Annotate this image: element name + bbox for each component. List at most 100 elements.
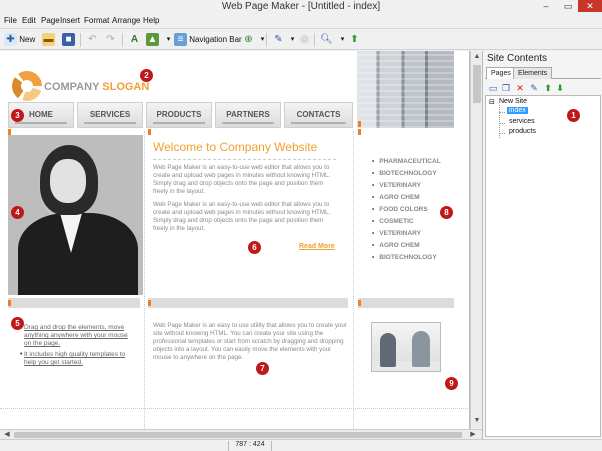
nav-item-contacts[interactable]: CONTACTS — [284, 102, 353, 128]
move-up-icon[interactable]: ⬆ — [542, 82, 554, 94]
tab-elements[interactable]: Elements — [513, 67, 553, 79]
nav-item-partners[interactable]: PARTNERS — [215, 102, 281, 128]
up-arrow-icon: ⬆ — [350, 34, 359, 46]
menu-edit[interactable]: Edit — [22, 16, 36, 25]
feature-bullet-item[interactable]: It includes high quality templates to he… — [24, 351, 136, 367]
site-tree: ⊟ New Site index services products 1 — [485, 95, 601, 437]
chevron-down-icon: ▾ — [260, 36, 265, 44]
page-properties-icon[interactable]: ✎ — [528, 82, 540, 94]
maximize-button[interactable]: ▭ — [558, 0, 578, 12]
annotation-badge-9: 9 — [445, 377, 458, 390]
welcome-heading[interactable]: Welcome to Company Website — [153, 140, 317, 154]
intro-paragraph-1[interactable]: Web Page Maker is an easy-to-use web edi… — [153, 164, 339, 196]
read-more-link[interactable]: Read More — [299, 243, 335, 250]
category-item[interactable]: AGRO CHEM — [372, 194, 419, 201]
tree-root-new-site[interactable]: New Site — [499, 98, 527, 105]
intro-paragraph-2[interactable]: Web Page Maker is an easy-to-use web edi… — [153, 201, 339, 233]
redo-button[interactable]: ↷ — [104, 32, 117, 48]
feature-bullet-item[interactable]: Drag and drop the elements, move anythin… — [24, 324, 136, 348]
annotation-badge-8: 8 — [440, 206, 453, 219]
office-team-photo[interactable] — [371, 322, 441, 372]
publish-button[interactable]: ◎ — [298, 32, 311, 48]
bullet-marker: • — [20, 351, 23, 358]
slogan-prefix: COMPANY — [44, 81, 103, 93]
column-guide — [353, 131, 354, 429]
category-item[interactable]: FOOD COLORS — [372, 206, 427, 213]
menu-help[interactable]: Help — [143, 16, 159, 25]
header-building-image[interactable] — [357, 51, 454, 128]
image-icon: ▲ — [146, 33, 159, 47]
menu-format[interactable]: Format — [84, 16, 109, 25]
tree-page-products[interactable]: products — [509, 128, 536, 135]
open-button[interactable]: ▬ — [42, 32, 55, 48]
company-logo[interactable] — [12, 71, 42, 101]
company-slogan[interactable]: COMPANY SLOGAN — [44, 81, 149, 93]
folder-icon: ▬ — [42, 33, 55, 47]
new-page-icon[interactable]: ▭ — [487, 82, 499, 94]
minimize-button[interactable]: – — [534, 0, 558, 12]
globe-icon: ◎ — [300, 34, 309, 46]
scroll-down-icon[interactable]: ▼ — [472, 417, 482, 427]
nav-item-products[interactable]: PRODUCTS — [146, 102, 212, 128]
menu-file[interactable]: File — [4, 16, 17, 25]
vertical-scrollbar[interactable]: ▲ ▼ — [470, 51, 482, 429]
horizontal-scroll-thumb[interactable] — [14, 432, 462, 438]
save-icon: ■ — [62, 33, 75, 47]
close-button[interactable]: ✕ — [578, 0, 602, 12]
category-item[interactable]: BIOTECHNOLOGY — [372, 170, 436, 177]
category-item[interactable]: COSMETIC — [372, 218, 413, 225]
object-dropdown[interactable]: ▾ — [256, 32, 269, 48]
save-button[interactable]: ■ — [62, 32, 75, 48]
vertical-scroll-thumb[interactable] — [473, 65, 481, 103]
slogan-accent: SLOGAN — [102, 81, 150, 93]
cursor-coordinates: 787 : 424 — [228, 441, 272, 451]
tree-connector — [499, 123, 505, 124]
tree-page-index[interactable]: index — [507, 107, 528, 114]
delete-page-icon[interactable]: ✕ — [514, 82, 526, 94]
tab-pages[interactable]: Pages — [486, 67, 516, 79]
category-item[interactable]: AGRO CHEM — [372, 242, 419, 249]
toolbar-separator — [314, 33, 315, 47]
annotation-badge-5: 5 — [11, 317, 24, 330]
row-guide — [0, 408, 469, 409]
menu-page[interactable]: Page — [41, 16, 60, 25]
insert-image-button[interactable]: ▲ — [146, 32, 159, 48]
move-down-icon[interactable]: ⬇ — [554, 82, 566, 94]
tree-page-services[interactable]: services — [509, 118, 535, 125]
site-contents-panel: Site Contents Pages Elements ▭ ❐ ✕ ✎ ⬆ ⬇… — [482, 51, 602, 439]
description-paragraph[interactable]: Web Page Maker is an easy to use utility… — [153, 322, 348, 362]
insert-text-button[interactable]: A — [128, 32, 141, 48]
section-marker — [358, 129, 361, 135]
tree-expand-icon[interactable]: ⊟ — [489, 98, 495, 106]
menu-bar: File Edit Page Insert Format Arrange Hel… — [0, 14, 602, 28]
scroll-up-icon[interactable]: ▲ — [472, 53, 482, 63]
insert-object-icon: ⊕ — [244, 34, 253, 46]
annotation-badge-3: 3 — [11, 109, 24, 122]
new-button[interactable]: ✚ New — [4, 32, 35, 48]
category-item[interactable]: VETERINARY — [372, 182, 421, 189]
annotation-badge-1: 1 — [567, 109, 580, 122]
navigation-bar-label: Navigation Bar — [189, 35, 242, 44]
preview-button[interactable]: ⬆ — [348, 32, 361, 48]
tree-connector — [499, 112, 505, 113]
menu-insert[interactable]: Insert — [60, 16, 80, 25]
businesswoman-photo[interactable] — [8, 135, 143, 295]
zoom-button[interactable]: 🔍︎ — [320, 32, 333, 48]
category-item[interactable]: VETERINARY — [372, 230, 421, 237]
navigation-bar-button[interactable]: ≡ Navigation Bar — [174, 32, 242, 48]
edit-html-button[interactable]: ✎ — [272, 32, 285, 48]
site-navigation-bar[interactable]: HOME SERVICES PRODUCTS PARTNERS CONTACTS — [8, 102, 353, 128]
menu-arrange[interactable]: Arrange — [112, 16, 140, 25]
section-header-bar — [358, 298, 454, 308]
design-canvas[interactable]: COMPANY SLOGAN HOME SERVICES PRODUCTS PA… — [0, 51, 470, 429]
nav-item-services[interactable]: SERVICES — [77, 102, 143, 128]
zoom-icon: 🔍︎ — [320, 34, 333, 46]
horizontal-scrollbar[interactable]: ◀ ▶ — [0, 429, 482, 439]
category-item[interactable]: PHARMACEUTICAL — [372, 158, 440, 165]
section-header-bar — [148, 298, 348, 308]
insert-object-button[interactable]: ⊕ — [242, 32, 255, 48]
category-item[interactable]: BIOTECHNOLOGY — [372, 254, 436, 261]
duplicate-page-icon[interactable]: ❐ — [500, 82, 512, 94]
undo-button[interactable]: ↶ — [86, 32, 99, 48]
annotation-badge-6: 6 — [248, 241, 261, 254]
